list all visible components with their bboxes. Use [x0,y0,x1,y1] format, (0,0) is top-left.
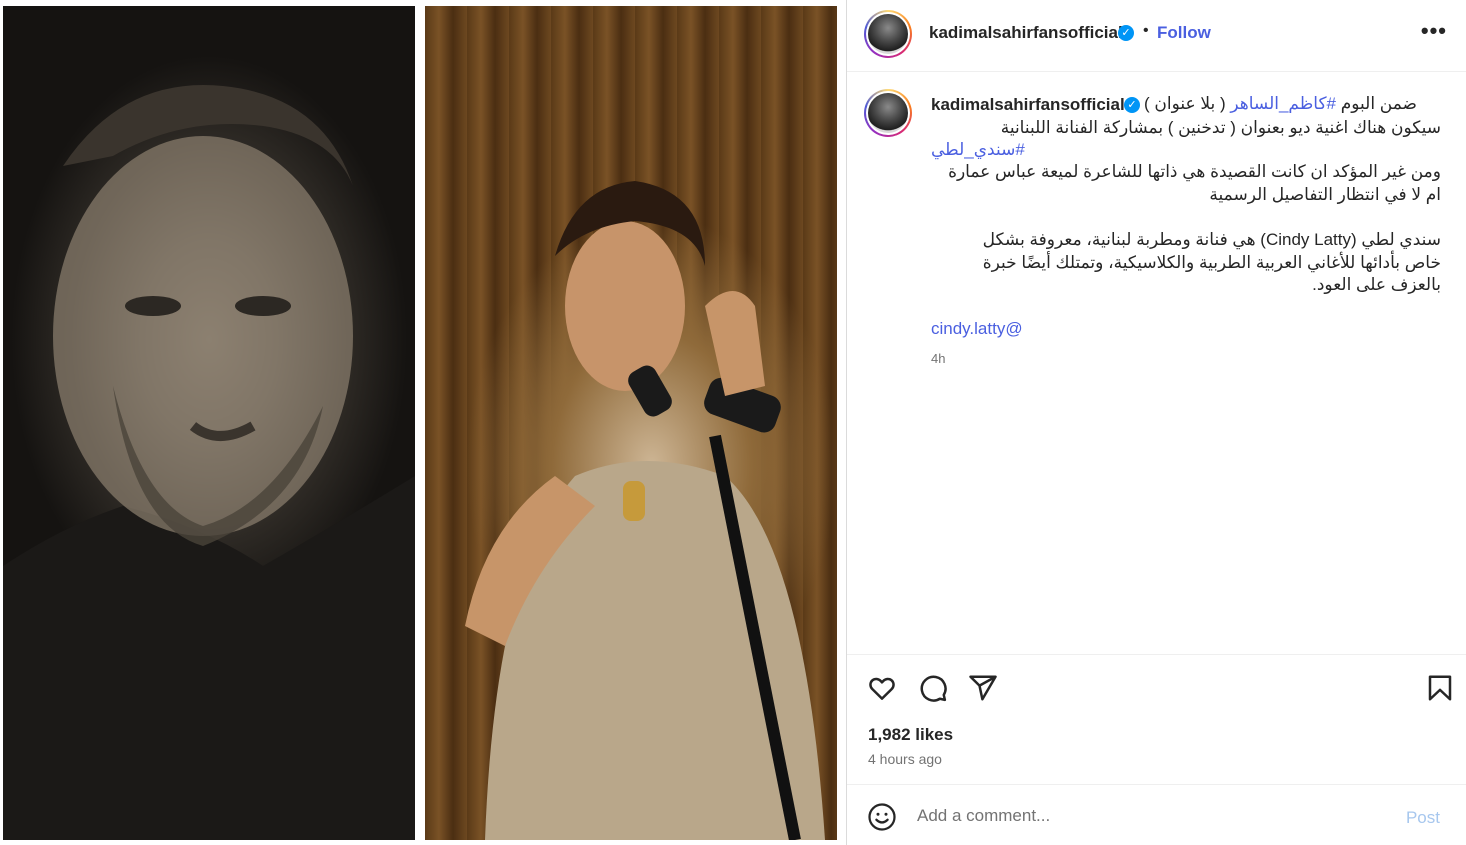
header-username[interactable]: kadimalsahirfansofficial [929,23,1123,43]
hashtag-cindy[interactable]: #سندي_لطي [931,140,1025,159]
singer-illustration [465,181,825,840]
caption-line-2: سيكون هناك اغنية ديو بعنوان ( تدخنين ) ب… [1000,118,1441,137]
post-comment-button[interactable]: Post [1406,808,1440,828]
caption-line-7: خاص بأدائها للأغاني العربية الطربية والك… [982,253,1441,272]
avatar[interactable] [864,10,912,58]
avatar-image [868,14,908,54]
share-send-icon[interactable] [968,673,998,703]
caption-line-1: ضمن البوم #كاظم_الساهر ( بلا عنوان ) [941,93,1417,115]
like-heart-icon[interactable] [867,673,897,703]
mention-cindy-latty[interactable]: cindy.latty@ [931,319,1023,339]
caption-line1-suffix: ( بلا عنوان ) [1144,94,1231,113]
hashtag-kadim[interactable]: #كاظم_الساهر [1230,94,1336,113]
separator-dot: • [1143,22,1149,39]
photo-kadim-al-sahir [3,6,415,840]
follow-button[interactable]: Follow [1157,23,1211,43]
caption-line1-prefix: ضمن البوم [1336,94,1417,113]
caption-line-4: ومن غير المؤكد ان كانت القصيدة هي ذاتها … [948,162,1441,181]
caption-timestamp[interactable]: 4h [931,351,945,366]
caption-line-6: سندي لطي (Cindy Latty) هي فنانة ومطربة ل… [982,230,1441,249]
post-side-panel: kadimalsahirfansofficial ✓ • Follow ••• … [846,0,1466,845]
caption-line-3: #سندي_لطي [931,139,1441,161]
caption-line-5: ام لا في انتظار التفاصيل الرسمية [1209,185,1441,204]
verified-badge-icon: ✓ [1118,25,1134,41]
caption-avatar-image [868,93,908,133]
portrait-man-illustration [3,85,415,840]
likes-count[interactable]: 1,982 likes [868,725,953,745]
comment-bar: Post [847,784,1466,845]
emoji-smiley-icon[interactable] [867,802,897,832]
more-options-icon[interactable]: ••• [1421,18,1447,44]
caption-avatar[interactable] [864,89,912,137]
comment-bubble-icon[interactable] [918,673,948,703]
comment-input[interactable] [917,803,1387,829]
caption-line-8: بالعزف على العود. [1312,275,1441,294]
post-media[interactable] [0,0,846,845]
save-bookmark-icon[interactable] [1425,673,1455,703]
post-timestamp[interactable]: 4 hours ago [868,751,942,767]
post-header: kadimalsahirfansofficial ✓ • Follow ••• [847,0,1466,72]
photo-cindy-latty [425,6,837,840]
caption-area: kadimalsahirfansofficial ✓ ضمن البوم #كا… [847,73,1466,653]
action-bar: 1,982 likes 4 hours ago [847,654,1466,784]
